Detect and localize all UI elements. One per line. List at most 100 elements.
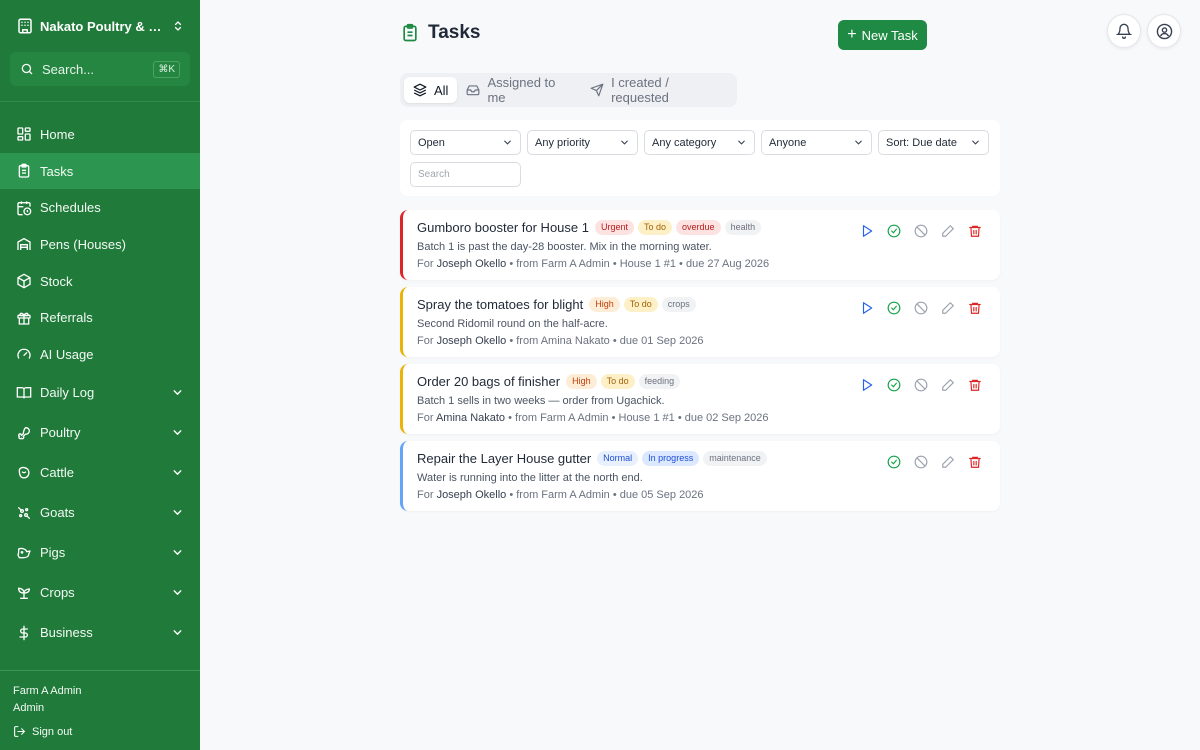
sidebar-group-label: Goats xyxy=(40,505,75,521)
inbox-icon xyxy=(466,83,480,97)
pencil-icon[interactable] xyxy=(941,455,955,469)
sidebar-group-label: Cattle xyxy=(40,465,74,481)
task-description: Water is running into the litter at the … xyxy=(417,472,643,484)
task-actions xyxy=(847,301,982,315)
task-tabs: All Assigned to me I created / requested xyxy=(400,73,737,107)
sidebar-group-daily-log[interactable]: Daily Log xyxy=(0,373,200,413)
account-button[interactable] xyxy=(1147,14,1181,48)
sidebar-search[interactable]: Search... ⌘K xyxy=(10,52,190,86)
pencil-icon[interactable] xyxy=(941,224,955,238)
drumstick-icon xyxy=(16,425,32,441)
play-icon[interactable] xyxy=(860,301,874,315)
sidebar-item-ai-usage[interactable]: AI Usage xyxy=(0,336,200,373)
task-assignee: Joseph Okello xyxy=(436,335,507,347)
trash-icon[interactable] xyxy=(968,224,982,238)
task-assignee: Amina Nakato xyxy=(435,412,506,424)
check-circle-icon[interactable] xyxy=(887,378,901,392)
ban-icon[interactable] xyxy=(914,455,928,469)
check-circle-icon[interactable] xyxy=(887,224,901,238)
check-circle-icon[interactable] xyxy=(887,455,901,469)
task-meta: For Amina Nakato • from Farm A Admin • H… xyxy=(417,412,769,424)
trash-icon[interactable] xyxy=(968,301,982,315)
sidebar-group-pigs[interactable]: Pigs xyxy=(0,533,200,573)
page-title: Tasks xyxy=(428,22,481,43)
task-actions xyxy=(874,455,982,469)
chevron-down-icon xyxy=(171,546,184,559)
sidebar-group-business[interactable]: Business xyxy=(0,613,200,653)
search-label: Search... xyxy=(42,61,95,77)
select-value: Sort: Due date xyxy=(886,136,957,149)
category-badge: crops xyxy=(661,297,696,312)
notifications-button[interactable] xyxy=(1107,14,1141,48)
tab-label: All xyxy=(434,82,449,98)
status-badge: To do xyxy=(638,220,673,235)
new-task-label: New Task xyxy=(861,27,918,43)
priority-select[interactable]: Any priority xyxy=(527,130,638,155)
for-label: For xyxy=(417,335,434,347)
sidebar-group-crops[interactable]: Crops xyxy=(0,573,200,613)
sort-select[interactable]: Sort: Due date xyxy=(878,130,989,155)
sidebar-group-label: Daily Log xyxy=(40,385,95,401)
chevron-down-icon xyxy=(619,137,630,148)
sidebar-group-label: Poultry xyxy=(40,425,81,441)
sidebar-item-label: AI Usage xyxy=(40,346,94,362)
category-badge: feeding xyxy=(638,374,681,389)
assignee-select[interactable]: Anyone xyxy=(761,130,872,155)
sidebar-item-home[interactable]: Home xyxy=(0,116,200,153)
priority-badge: High xyxy=(566,374,597,389)
sidebar-item-referrals[interactable]: Referrals xyxy=(0,299,200,336)
sidebar-item-label: Home xyxy=(40,126,75,142)
task-assignee: Joseph Okello xyxy=(436,489,507,501)
task-card[interactable]: Gumboro booster for House 1 Urgent To do… xyxy=(400,210,1000,280)
search-shortcut: ⌘K xyxy=(153,60,180,78)
sidebar-item-schedules[interactable]: Schedules xyxy=(0,189,200,226)
chevron-down-icon xyxy=(171,626,184,639)
category-select[interactable]: Any category xyxy=(644,130,755,155)
status-badge: To do xyxy=(600,374,635,389)
tab-all[interactable]: All xyxy=(404,77,458,103)
chevron-down-icon xyxy=(171,466,184,479)
check-circle-icon[interactable] xyxy=(887,301,901,315)
ban-icon[interactable] xyxy=(914,224,928,238)
sidebar-item-stock[interactable]: Stock xyxy=(0,263,200,300)
play-icon[interactable] xyxy=(860,224,874,238)
sidebar-group-cattle[interactable]: Cattle xyxy=(0,453,200,493)
sidebar-item-pens[interactable]: Pens (Houses) xyxy=(0,226,200,263)
task-meta-details: • from Farm A Admin • House 1 #1 • due 2… xyxy=(506,258,770,270)
sidebar-group-goats[interactable]: Goats xyxy=(0,493,200,533)
org-switcher[interactable]: Nakato Poultry & Dairy xyxy=(0,0,200,52)
sidebar-group-poultry[interactable]: Poultry xyxy=(0,413,200,453)
task-description: Second Ridomil round on the half-acre. xyxy=(417,318,608,330)
trash-icon[interactable] xyxy=(968,378,982,392)
task-card[interactable]: Order 20 bags of finisher High To do fee… xyxy=(400,364,1000,434)
for-label: For xyxy=(417,489,434,501)
ban-icon[interactable] xyxy=(914,378,928,392)
filters-panel: Open Any priority Any category Anyone So… xyxy=(400,120,1000,196)
priority-badge: High xyxy=(589,297,620,312)
sign-out-link[interactable]: Sign out xyxy=(13,725,187,738)
task-card[interactable]: Spray the tomatoes for blight High To do… xyxy=(400,287,1000,357)
sidebar-nav: Home Tasks Schedules Pens (Houses) Stock… xyxy=(0,116,200,653)
task-meta: For Joseph Okello • from Farm A Admin • … xyxy=(417,489,704,501)
status-select[interactable]: Open xyxy=(410,130,521,155)
clipboard-icon xyxy=(400,23,420,43)
tab-created-requested[interactable]: I created / requested xyxy=(581,75,733,105)
select-value: Open xyxy=(418,136,445,149)
cattle-icon xyxy=(16,465,32,481)
sidebar-item-tasks[interactable]: Tasks xyxy=(0,152,200,190)
sprout-icon xyxy=(16,585,32,601)
dollar-icon xyxy=(16,625,32,641)
tab-assigned-to-me[interactable]: Assigned to me xyxy=(457,75,581,105)
sidebar-item-label: Tasks xyxy=(40,163,74,179)
ban-icon[interactable] xyxy=(914,301,928,315)
task-search-input[interactable] xyxy=(410,162,521,187)
pencil-icon[interactable] xyxy=(941,301,955,315)
new-task-button[interactable]: + New Task xyxy=(838,20,927,50)
task-meta: For Joseph Okello • from Amina Nakato • … xyxy=(417,335,704,347)
trash-icon[interactable] xyxy=(968,455,982,469)
pencil-icon[interactable] xyxy=(941,378,955,392)
play-icon[interactable] xyxy=(860,378,874,392)
task-description: Batch 1 sells in two weeks — order from … xyxy=(417,395,665,407)
sidebar-item-label: Pens (Houses) xyxy=(40,236,126,252)
task-card[interactable]: Repair the Layer House gutter Normal In … xyxy=(400,441,1000,511)
